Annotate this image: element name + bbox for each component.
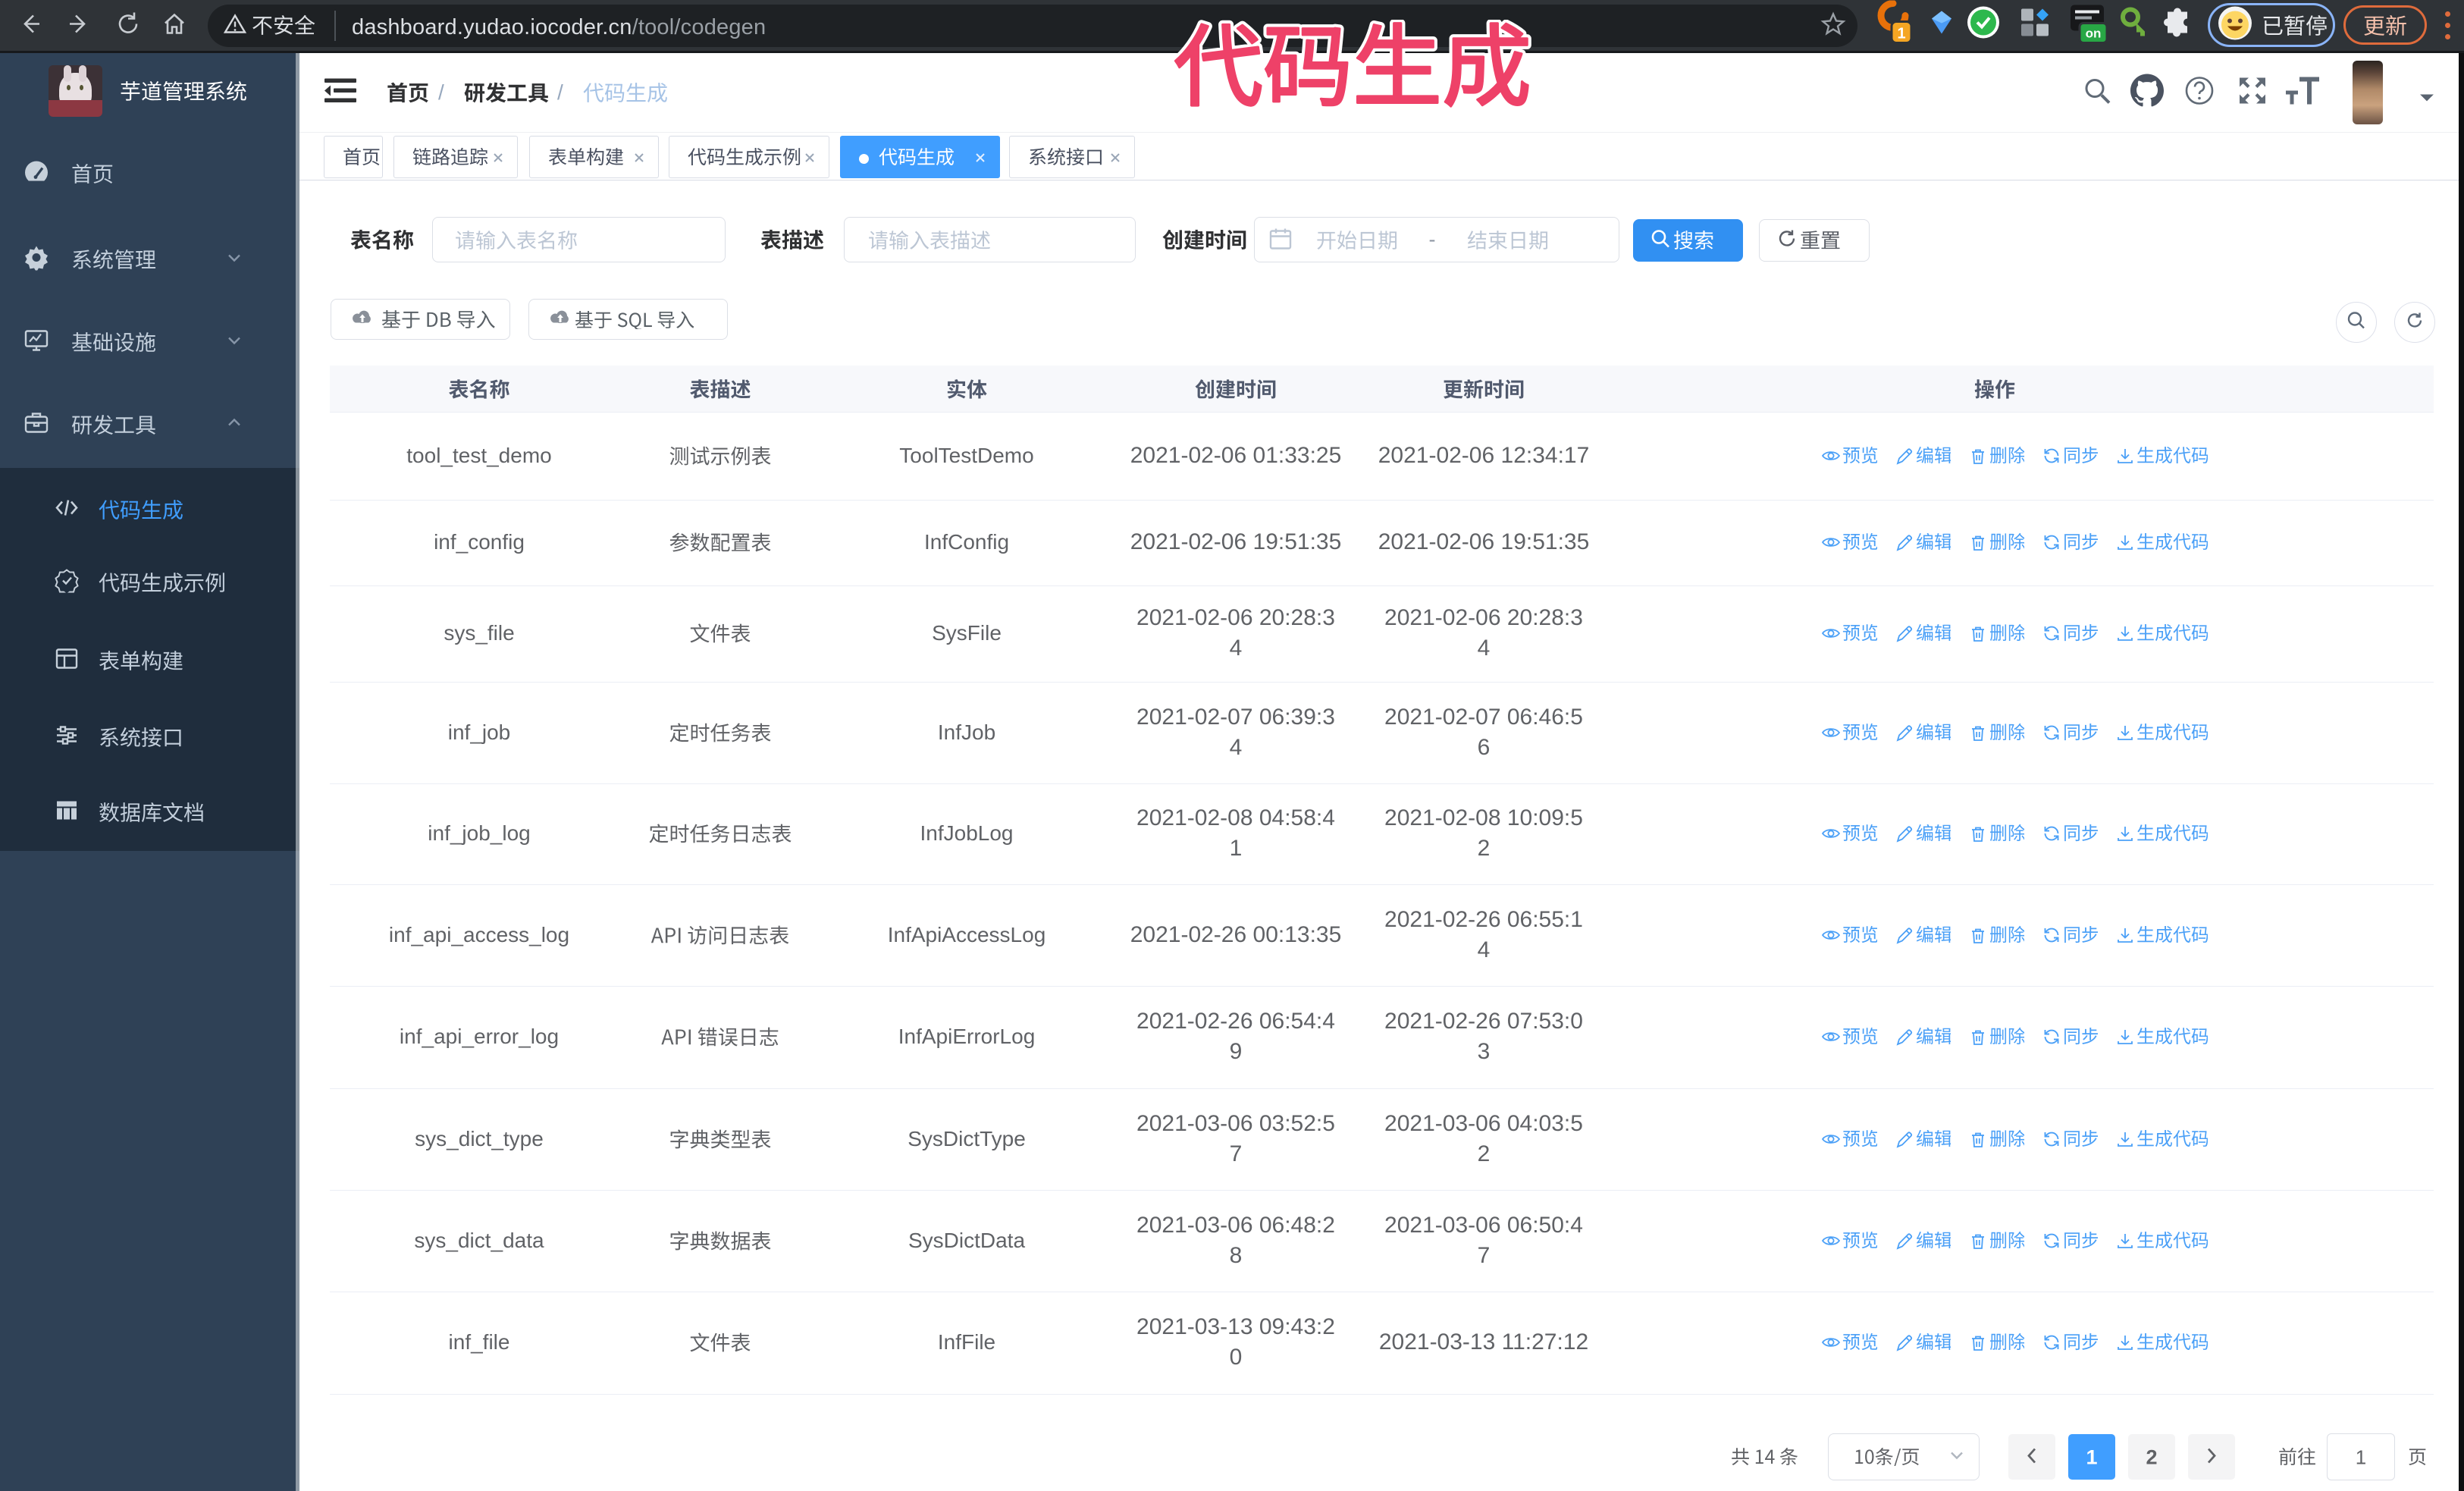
svg-text:1: 1 (1897, 26, 1905, 42)
svg-text:on: on (2086, 27, 2102, 41)
